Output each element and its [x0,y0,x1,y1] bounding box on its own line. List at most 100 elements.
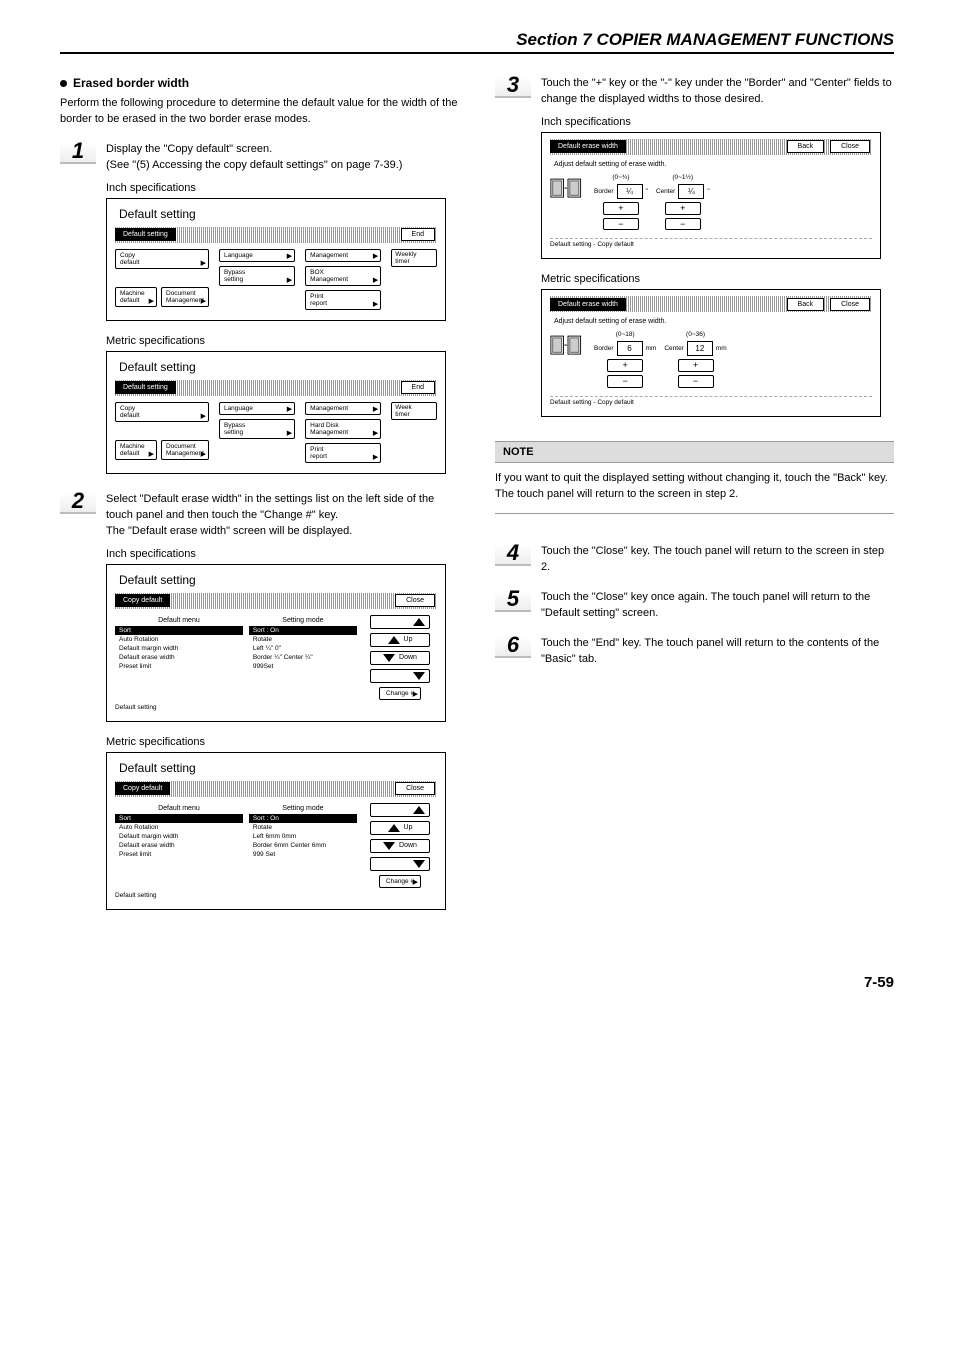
close-button[interactable]: Close [830,140,870,153]
back-button[interactable]: Back [787,298,825,311]
back-button[interactable]: Back [787,140,825,153]
scroll-down-button[interactable] [370,857,430,871]
machine-default-button[interactable]: Machine default▶ [115,440,157,460]
inch-spec-label: Inch specifications [106,182,459,194]
end-button[interactable]: End [401,228,435,241]
copy-default-button[interactable]: Copy default▶ [115,249,209,269]
step-3-text: Touch the "+" key or the "-" key under t… [541,76,894,108]
list-item[interactable]: Default margin width [115,832,243,841]
week-timer-button[interactable]: Week timer [391,402,437,420]
step-5: 5 Touch the "Close" key once again. The … [495,590,894,622]
triangle-up-icon [388,824,400,832]
triangle-down-icon [383,654,395,662]
inch-spec-label-3: Inch specifications [541,116,894,128]
step-4: 4 Touch the "Close" key. The touch panel… [495,544,894,576]
erase-width-icon [550,331,586,361]
default-setting-panel-metric: Default setting Default setting End Copy… [106,351,446,474]
triangle-up-icon [413,618,425,626]
page-header: Section 7 COPIER MANAGEMENT FUNCTIONS [60,30,894,54]
harddisk-management-button[interactable]: Hard Disk Management▶ [305,419,381,439]
document-management-button[interactable]: Document Management▶ [161,287,209,307]
border-plus-button[interactable]: + [603,202,639,215]
inch-spec-label-2: Inch specifications [106,548,459,560]
end-button[interactable]: End [401,381,435,394]
step-number-box: 1 [60,142,96,164]
note-box: NOTE If you want to quit the displayed s… [495,441,894,514]
list-item[interactable]: Default erase width [115,841,243,850]
close-button[interactable]: Close [395,782,435,795]
page-number: 7-59 [60,974,894,991]
scroll-down-button[interactable] [370,669,430,683]
border-minus-button[interactable]: − [603,218,639,231]
print-report-button[interactable]: Print report▶ [305,443,381,463]
step-1-text: Display the "Copy default" screen. (See … [106,142,459,174]
list-item[interactable]: Sort [115,814,243,823]
subheading: Erased border width [60,76,459,90]
list-item[interactable]: Preset limit [115,850,243,859]
copy-default-panel-inch: Default setting Copy default Close Defau… [106,564,446,722]
print-report-button[interactable]: Print report▶ [305,290,381,310]
note-heading: NOTE [495,441,894,463]
list-item[interactable]: Default margin width [115,644,243,653]
step-6-text: Touch the "End" key. The touch panel wil… [541,636,894,668]
copy-default-button[interactable]: Copy default▶ [115,402,209,422]
setting-mode-list: Setting mode Sort : On Rotate Left 6mm 0… [249,803,357,888]
step-6: 6 Touch the "End" key. The touch panel w… [495,636,894,668]
scroll-up-button[interactable] [370,803,430,817]
scroll-up-button[interactable] [370,615,430,629]
triangle-down-icon [413,672,425,680]
language-button[interactable]: Language▶ [219,249,295,262]
close-button[interactable]: Close [830,298,870,311]
up-button[interactable]: Up [370,821,430,835]
step-5-text: Touch the "Close" key once again. The to… [541,590,894,622]
default-setting-panel-inch: Default setting Default setting End Copy… [106,198,446,321]
metric-spec-label-2: Metric specifications [106,736,459,748]
setting-mode-list: Setting mode Sort : On Rotate Left ¼" 0"… [249,615,357,700]
list-item[interactable]: Sort [115,626,243,635]
step-2: 2 Select "Default erase width" in the se… [60,492,459,540]
intro-text: Perform the following procedure to deter… [60,96,459,128]
bypass-setting-button[interactable]: Bypass setting▶ [219,419,295,439]
center-plus-button[interactable]: + [678,359,714,372]
right-column: 3 Touch the "+" key or the "-" key under… [495,76,894,924]
default-menu-list: Default menu Sort Auto Rotation Default … [115,803,243,888]
content-columns: Erased border width Perform the followin… [60,76,894,924]
weekly-timer-button[interactable]: Weekly timer [391,249,437,267]
list-item[interactable]: Default erase width [115,653,243,662]
box-management-button[interactable]: BOX Management▶ [305,266,381,286]
bypass-setting-button[interactable]: Bypass setting▶ [219,266,295,286]
border-value: ¼ [617,184,643,199]
note-body: If you want to quit the displayed settin… [495,471,894,514]
close-button[interactable]: Close [395,594,435,607]
border-plus-button[interactable]: + [607,359,643,372]
list-item[interactable]: Auto Rotation [115,635,243,644]
management-button[interactable]: Management▶ [305,249,381,262]
step-4-text: Touch the "Close" key. The touch panel w… [541,544,894,576]
down-button[interactable]: Down [370,839,430,853]
management-button[interactable]: Management▶ [305,402,381,415]
step-3: 3 Touch the "+" key or the "-" key under… [495,76,894,108]
metric-spec-label-3: Metric specifications [541,273,894,285]
machine-default-button[interactable]: Machine default▶ [115,287,157,307]
change-number-button[interactable]: Change #▶ [379,875,421,888]
panel-titlebar: Default setting End [115,227,437,243]
erase-width-panel-inch: Default erase width Back Close Adjust de… [541,132,881,260]
list-item[interactable]: Preset limit [115,662,243,671]
change-number-button[interactable]: Change #▶ [379,687,421,700]
border-minus-button[interactable]: − [607,375,643,388]
document-management-button[interactable]: Document Management▶ [161,440,209,460]
metric-spec-label: Metric specifications [106,335,459,347]
center-plus-button[interactable]: + [665,202,701,215]
center-minus-button[interactable]: − [678,375,714,388]
default-menu-list: Default menu Sort Auto Rotation Default … [115,615,243,700]
copy-default-panel-metric: Default setting Copy default Close Defau… [106,752,446,910]
up-button[interactable]: Up [370,633,430,647]
section-title: Section 7 COPIER MANAGEMENT FUNCTIONS [60,30,894,50]
down-button[interactable]: Down [370,651,430,665]
bullet-icon [60,80,67,87]
list-item[interactable]: Auto Rotation [115,823,243,832]
step-1: 1 Display the "Copy default" screen. (Se… [60,142,459,174]
triangle-down-icon [413,860,425,868]
language-button[interactable]: Language▶ [219,402,295,415]
center-minus-button[interactable]: − [665,218,701,231]
